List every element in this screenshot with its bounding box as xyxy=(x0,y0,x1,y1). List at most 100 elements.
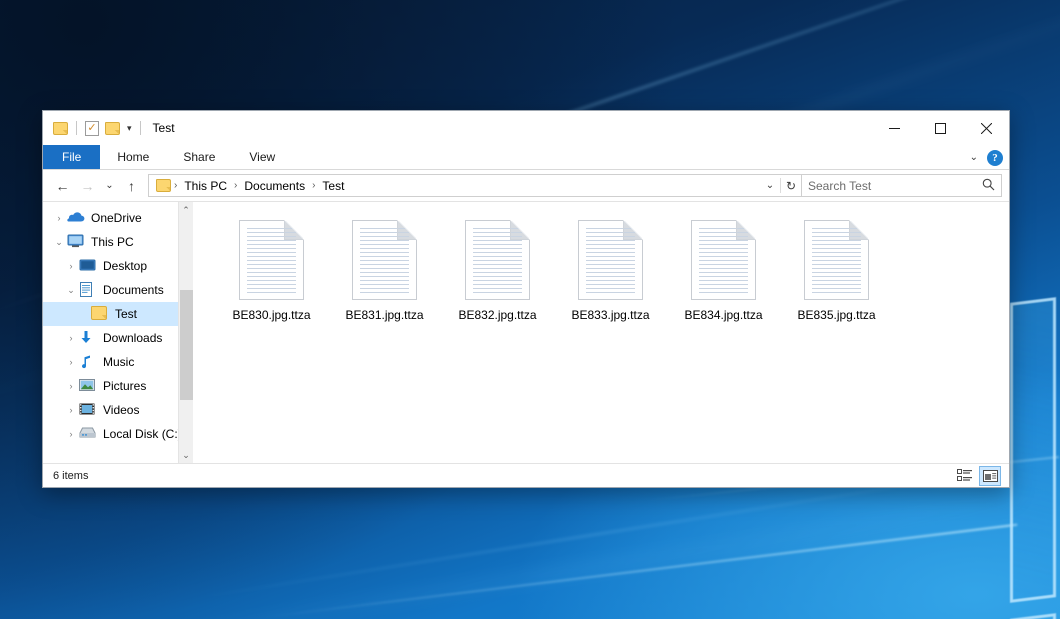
expander-icon[interactable]: › xyxy=(63,381,79,391)
file-name-label: BE832.jpg.ttza xyxy=(458,308,536,322)
sidebar-item-label: Music xyxy=(103,355,134,369)
chevron-down-icon[interactable]: ⌄ xyxy=(970,152,978,163)
breadcrumb-separator: › xyxy=(309,180,318,191)
forward-button: → xyxy=(75,173,100,199)
maximize-button[interactable] xyxy=(917,111,963,145)
chevron-down-icon[interactable]: ⌄ xyxy=(760,180,780,191)
file-list-pane[interactable]: BE830.jpg.ttza BE831.jpg.ttza BE832.jpg.… xyxy=(193,202,1009,463)
breadcrumb-separator: › xyxy=(231,180,240,191)
status-bar: 6 items xyxy=(43,463,1009,487)
expander-icon[interactable]: ⌄ xyxy=(51,237,67,248)
search-icon[interactable] xyxy=(982,178,995,194)
folder-icon xyxy=(91,306,109,322)
navigation-scrollbar[interactable]: ⌃ ⌄ xyxy=(178,202,193,463)
title-bar: ✓ ▾ Test xyxy=(43,111,1009,145)
sidebar-item-label: This PC xyxy=(91,235,134,249)
sidebar-item-label: Videos xyxy=(103,403,139,417)
minimize-button[interactable] xyxy=(871,111,917,145)
expander-icon[interactable]: › xyxy=(63,357,79,367)
sidebar-item-label: Desktop xyxy=(103,259,147,273)
folder-icon xyxy=(156,179,171,192)
sidebar-item-test[interactable]: Test xyxy=(43,302,193,326)
explorer-body: › OneDrive ⌄ This PC xyxy=(43,202,1009,463)
pictures-icon xyxy=(79,378,97,394)
tab-view[interactable]: View xyxy=(232,145,292,169)
desktop-icon xyxy=(79,258,97,274)
expander-icon[interactable]: › xyxy=(63,261,79,271)
help-icon[interactable]: ? xyxy=(987,150,1003,166)
generic-file-icon xyxy=(804,220,869,300)
breadcrumb-separator: › xyxy=(171,180,180,191)
new-folder-icon[interactable] xyxy=(105,122,120,135)
cloud-icon xyxy=(67,210,85,226)
window-title: Test xyxy=(153,121,175,135)
search-input[interactable]: Search Test xyxy=(808,179,871,193)
address-breadcrumb-bar[interactable]: › This PC › Documents › Test ⌄ ↻ xyxy=(148,174,802,197)
file-name-label: BE835.jpg.ttza xyxy=(797,308,875,322)
file-name-label: BE833.jpg.ttza xyxy=(571,308,649,322)
sidebar-item-label: Documents xyxy=(103,283,164,297)
file-item[interactable]: BE833.jpg.ttza xyxy=(554,216,667,322)
up-button[interactable]: ↑ xyxy=(119,173,144,199)
file-item[interactable]: BE832.jpg.ttza xyxy=(441,216,554,322)
download-icon xyxy=(79,330,97,346)
item-count-label: 6 items xyxy=(53,470,88,482)
scroll-up-button[interactable]: ⌃ xyxy=(179,202,194,218)
file-explorer-window: ✓ ▾ Test File Home Share xyxy=(42,110,1010,488)
sidebar-item-desktop[interactable]: › Desktop xyxy=(43,254,193,278)
scroll-down-button[interactable]: ⌄ xyxy=(179,447,194,463)
sidebar-item-videos[interactable]: › Videos xyxy=(43,398,193,422)
expander-icon[interactable]: › xyxy=(51,213,67,223)
large-icons-view-button[interactable] xyxy=(979,466,1001,486)
scrollbar-thumb[interactable] xyxy=(180,290,193,400)
scrollbar-track[interactable] xyxy=(179,218,194,447)
address-bar-buttons: ⌄ ↻ xyxy=(760,175,801,196)
sidebar-item-downloads[interactable]: › Downloads xyxy=(43,326,193,350)
desktop-background: ✓ ▾ Test File Home Share xyxy=(0,0,1060,619)
generic-file-icon xyxy=(352,220,417,300)
file-item[interactable]: BE831.jpg.ttza xyxy=(328,216,441,322)
back-button[interactable]: ← xyxy=(50,173,75,199)
details-view-button[interactable] xyxy=(953,466,975,486)
breadcrumb-item-this-pc[interactable]: This PC xyxy=(180,179,231,193)
tab-share[interactable]: Share xyxy=(166,145,232,169)
sidebar-item-music[interactable]: › Music xyxy=(43,350,193,374)
breadcrumb-item-test[interactable]: Test xyxy=(318,179,348,193)
view-mode-buttons xyxy=(953,466,1001,486)
expander-icon[interactable]: › xyxy=(63,405,79,415)
chevron-down-icon[interactable]: ▾ xyxy=(127,123,132,134)
search-box[interactable]: Search Test xyxy=(802,174,1002,197)
sidebar-item-label: Test xyxy=(115,307,137,321)
sidebar-item-documents[interactable]: ⌄ Documents xyxy=(43,278,193,302)
file-item[interactable]: BE835.jpg.ttza xyxy=(780,216,893,322)
file-name-label: BE831.jpg.ttza xyxy=(345,308,423,322)
close-button[interactable] xyxy=(963,111,1009,145)
expander-icon[interactable]: › xyxy=(63,429,79,439)
tab-home[interactable]: Home xyxy=(100,145,166,169)
videos-icon xyxy=(79,402,97,418)
expander-icon[interactable]: ⌄ xyxy=(63,285,79,296)
sidebar-item-pictures[interactable]: › Pictures xyxy=(43,374,193,398)
music-icon xyxy=(79,354,97,370)
sidebar-item-onedrive[interactable]: › OneDrive xyxy=(43,206,193,230)
quick-access-toolbar: ✓ ▾ xyxy=(53,121,143,136)
sidebar-item-label: OneDrive xyxy=(91,211,142,225)
drive-icon xyxy=(79,426,97,442)
tab-file[interactable]: File xyxy=(43,145,100,169)
sidebar-item-label: Local Disk (C:) xyxy=(103,427,182,441)
expander-icon[interactable]: › xyxy=(63,333,79,343)
address-bar-row: ← → ⌄ ↑ › This PC › Documents › Test ⌄ ↻… xyxy=(43,170,1009,202)
breadcrumb-item-documents[interactable]: Documents xyxy=(240,179,309,193)
properties-icon[interactable]: ✓ xyxy=(85,121,99,136)
refresh-icon[interactable]: ↻ xyxy=(781,179,801,193)
folder-icon[interactable] xyxy=(53,122,68,135)
file-item[interactable]: BE834.jpg.ttza xyxy=(667,216,780,322)
recent-locations-button[interactable]: ⌄ xyxy=(100,173,119,199)
sidebar-item-label: Pictures xyxy=(103,379,146,393)
sidebar-item-local-disk-c[interactable]: › Local Disk (C:) xyxy=(43,422,193,446)
document-icon xyxy=(79,282,97,298)
windows-logo-pane xyxy=(1010,297,1056,603)
divider xyxy=(140,121,141,135)
sidebar-item-this-pc[interactable]: ⌄ This PC xyxy=(43,230,193,254)
file-item[interactable]: BE830.jpg.ttza xyxy=(215,216,328,322)
